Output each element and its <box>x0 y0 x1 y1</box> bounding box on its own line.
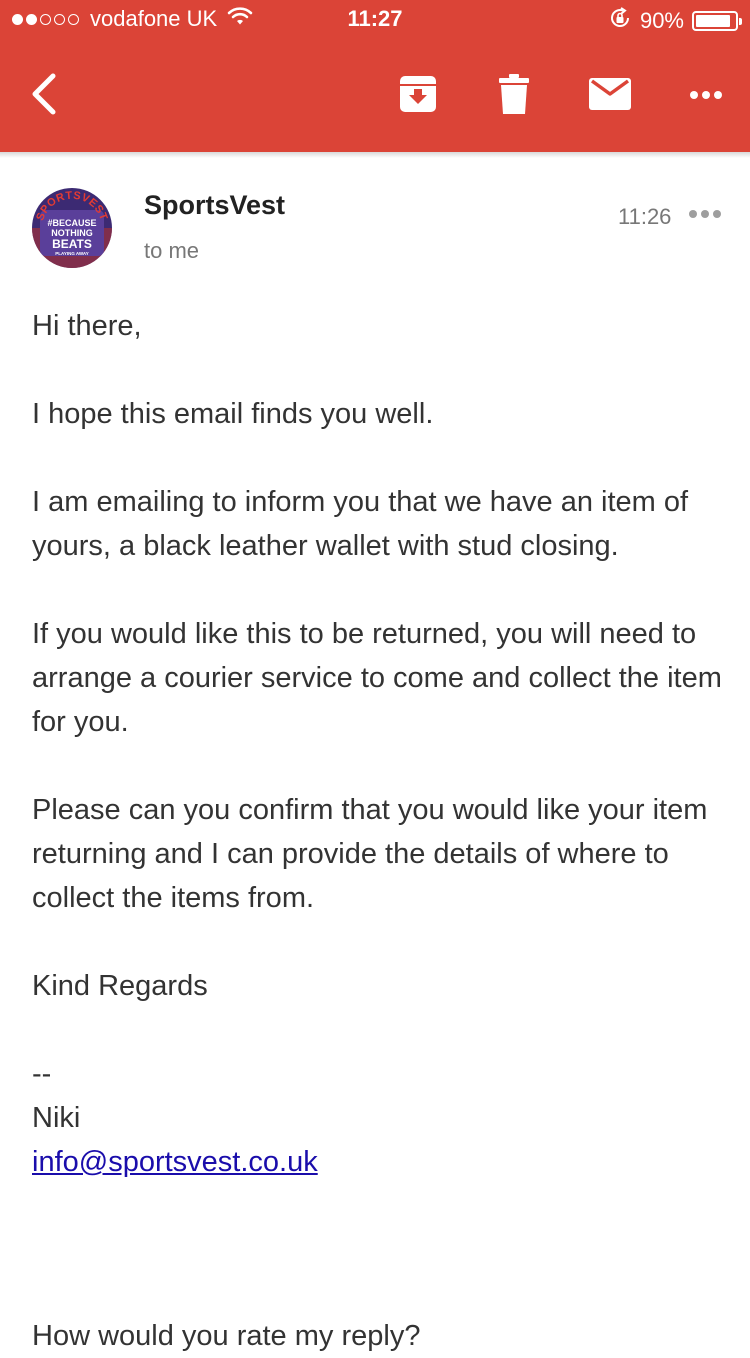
signal-dot <box>12 13 23 25</box>
sender-name[interactable]: SportsVest <box>144 190 285 221</box>
message-more-button[interactable] <box>688 200 728 230</box>
message-toolbar <box>0 40 750 152</box>
battery-percent: 90% <box>639 8 684 33</box>
message-header: SPORTSVEST #BECAUSE NOTHING BEATS PLAYIN… <box>0 170 750 280</box>
sender-avatar[interactable]: SPORTSVEST #BECAUSE NOTHING BEATS PLAYIN… <box>32 188 112 268</box>
avatar-slogan-line: PLAYING AWAY <box>55 251 89 256</box>
mail-icon <box>589 77 631 115</box>
status-bar: vodafone UK 11:27 90% <box>0 0 750 40</box>
avatar-slogan-line: #BECAUSE <box>47 218 96 228</box>
message-body: Hi there, I hope this email finds you we… <box>32 304 722 1184</box>
recipient-line[interactable]: to me <box>144 238 199 264</box>
signal-dot <box>54 13 65 25</box>
back-button[interactable] <box>14 66 74 126</box>
signature-email-link[interactable]: info@sportsvest.co.uk <box>32 1146 318 1178</box>
body-paragraph: If you would like this to be returned, y… <box>32 618 722 738</box>
battery-nub <box>739 18 742 25</box>
wifi-icon <box>227 6 253 32</box>
header-shadow <box>0 152 750 158</box>
body-greeting: Hi there, <box>32 310 142 342</box>
back-chevron-icon <box>29 72 59 121</box>
signal-dot <box>26 13 37 25</box>
signal-strength-icon <box>12 13 82 25</box>
battery-level <box>696 15 730 27</box>
signal-dot <box>68 13 79 25</box>
archive-button[interactable] <box>388 66 448 126</box>
status-right: 90% <box>608 6 742 36</box>
orientation-lock-icon <box>608 6 632 36</box>
message-time: 11:26 <box>618 204 672 229</box>
app-header: vodafone UK 11:27 90% <box>0 0 750 152</box>
toolbar-more-button[interactable] <box>676 66 736 126</box>
signature-separator: -- <box>32 1058 52 1090</box>
signal-dot <box>40 13 51 25</box>
body-paragraph: Please can you confirm that you would li… <box>32 794 708 914</box>
mark-unread-button[interactable] <box>580 66 640 126</box>
archive-icon <box>399 75 437 118</box>
delete-button[interactable] <box>484 66 544 126</box>
trash-icon <box>499 73 529 119</box>
more-horizontal-icon <box>688 206 722 224</box>
body-paragraph: I hope this email finds you well. <box>32 398 434 430</box>
rating-prompt: How would you rate my reply? <box>32 1320 421 1352</box>
signature-name: Niki <box>32 1102 81 1134</box>
status-left: vodafone UK <box>12 6 253 32</box>
body-paragraph: I am emailing to inform you that we have… <box>32 486 689 562</box>
battery-icon <box>692 11 742 31</box>
more-horizontal-icon <box>689 87 723 105</box>
carrier-name: vodafone UK <box>90 6 218 31</box>
avatar-slogan-line: BEATS <box>52 237 92 251</box>
body-signoff: Kind Regards <box>32 970 208 1002</box>
